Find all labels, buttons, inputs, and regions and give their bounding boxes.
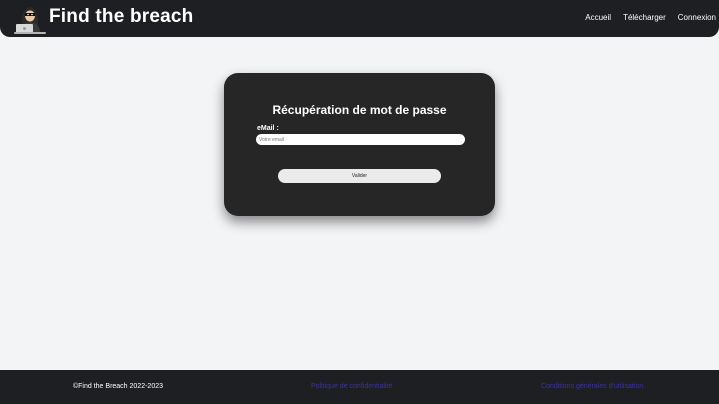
privacy-policy-link[interactable]: Politique de confidentialité	[311, 383, 392, 390]
main-nav: Accueil Télécharger Connexion	[585, 13, 716, 22]
nav-link-home[interactable]: Accueil	[585, 13, 611, 22]
nav-link-download[interactable]: Télécharger	[623, 13, 666, 22]
terms-link[interactable]: Conditions générales d'utilisation	[541, 383, 643, 390]
site-title[interactable]: Find the breach	[49, 6, 193, 28]
site-footer: ©Find the Breach 2022-2023 Politique de …	[0, 370, 719, 404]
nav-link-login[interactable]: Connexion	[678, 13, 716, 22]
email-input[interactable]	[256, 134, 465, 145]
hacker-with-laptop-icon[interactable]	[12, 3, 48, 35]
copyright-text: ©Find the Breach 2022-2023	[73, 383, 163, 390]
site-header: Find the breach Accueil Télécharger Conn…	[0, 0, 719, 37]
password-recovery-card: Récupération de mot de passe eMail : Val…	[224, 73, 495, 216]
page-title: Récupération de mot de passe	[272, 103, 447, 117]
submit-button[interactable]: Valider	[278, 169, 441, 183]
email-label: eMail :	[257, 125, 279, 132]
